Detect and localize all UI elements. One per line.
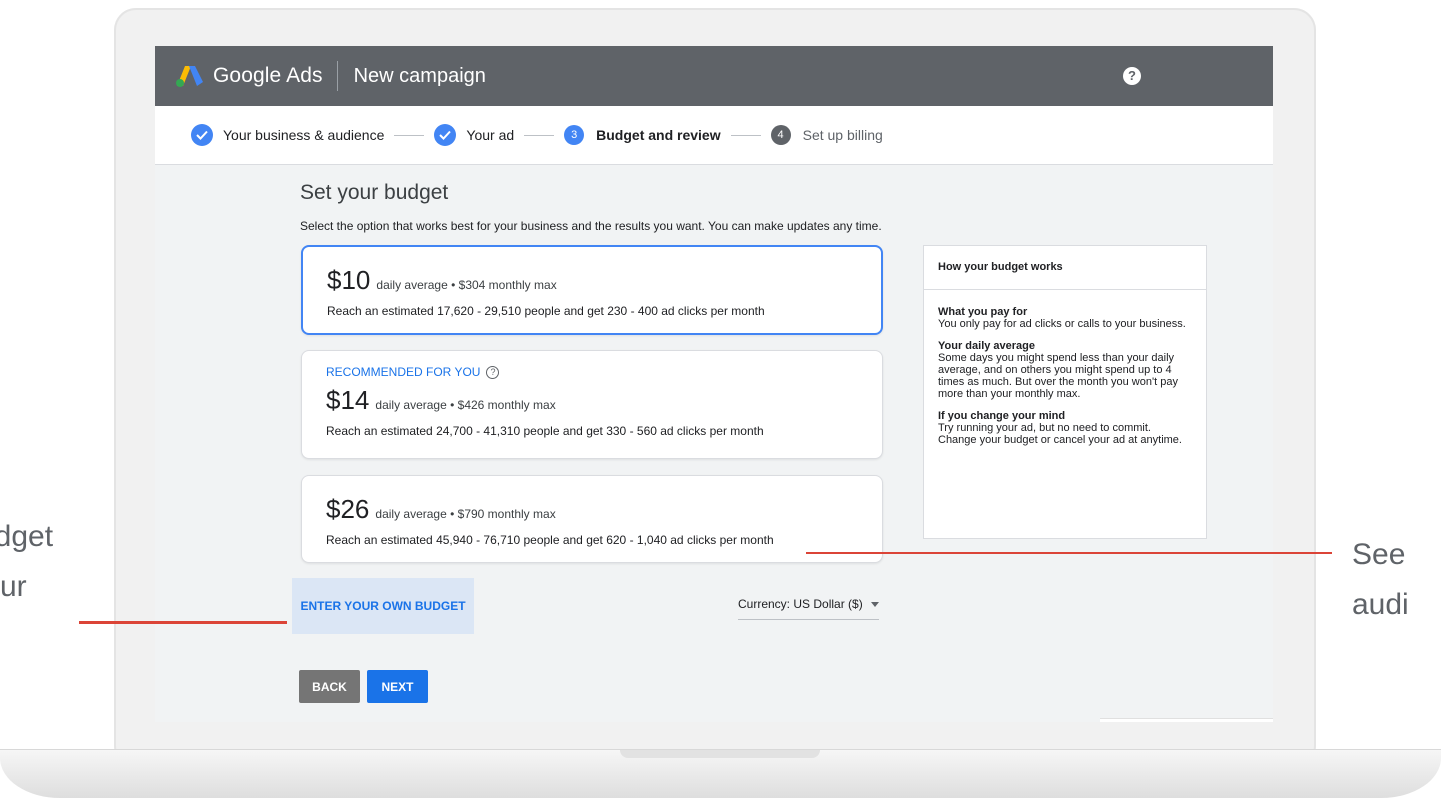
budget-price: $10 bbox=[327, 265, 371, 295]
step-label: Budget and review bbox=[596, 127, 721, 143]
info-section-title: Your daily average bbox=[938, 340, 1036, 352]
topbar-divider bbox=[336, 61, 338, 91]
laptop-base-notch bbox=[620, 750, 820, 758]
info-section-body: Some days you might spend less than your… bbox=[938, 352, 1178, 400]
budget-option-26[interactable]: $26 daily average • $790 monthly max Rea… bbox=[301, 475, 883, 563]
budget-option-14[interactable]: RECOMMENDED FOR YOU ? $14 daily average … bbox=[301, 350, 883, 459]
info-section-pay: What you pay for You only pay for ad cli… bbox=[938, 306, 1192, 330]
step-your-ad[interactable]: Your ad bbox=[434, 124, 514, 146]
right-callout-line-1: See bbox=[1352, 538, 1406, 571]
page-subtitle: Select the option that works best for yo… bbox=[300, 219, 882, 233]
info-section-body: Try running your ad, but no need to comm… bbox=[938, 422, 1182, 446]
left-callout-leader-line bbox=[79, 621, 287, 624]
enter-own-budget-button[interactable]: ENTER YOUR OWN BUDGET bbox=[292, 578, 474, 634]
left-callout: udget ur bbox=[0, 512, 120, 612]
budget-price: $26 bbox=[326, 494, 370, 524]
top-bar: Google Ads New campaign ? bbox=[155, 46, 1273, 106]
budget-price-description: daily average • $426 monthly max bbox=[375, 398, 556, 412]
help-circle-icon[interactable]: ? bbox=[486, 365, 500, 379]
info-section-daily-average: Your daily average Some days you might s… bbox=[938, 340, 1192, 400]
left-callout-line-2: ur bbox=[0, 570, 27, 603]
currency-label: Currency: US Dollar ($) bbox=[738, 597, 863, 611]
step-connector bbox=[524, 134, 555, 136]
right-callout-line-2: audi bbox=[1352, 588, 1409, 621]
app-screen: Google Ads New campaign ? Your business … bbox=[155, 46, 1273, 722]
step-business-audience[interactable]: Your business & audience bbox=[191, 124, 384, 146]
budget-price: $14 bbox=[326, 385, 370, 415]
left-callout-line-1: udget bbox=[0, 520, 54, 553]
dropdown-arrow-icon bbox=[870, 601, 879, 607]
step-number-badge: 3 bbox=[564, 125, 585, 145]
budget-option-10[interactable]: $10 daily average • $304 monthly max Rea… bbox=[301, 245, 883, 335]
info-section-change-mind: If you change your mind Try running your… bbox=[938, 410, 1192, 446]
info-section-title: If you change your mind bbox=[938, 410, 1066, 422]
right-callout-leader-line bbox=[806, 552, 1332, 554]
info-section-title: What you pay for bbox=[938, 306, 1028, 318]
recommended-badge: RECOMMENDED FOR YOU ? bbox=[326, 365, 858, 379]
info-panel-heading: How your budget works bbox=[924, 246, 1206, 290]
step-connector bbox=[730, 134, 761, 136]
help-icon[interactable]: ? bbox=[1123, 67, 1141, 85]
campaign-title: New campaign bbox=[353, 64, 486, 87]
footer-panel-stub bbox=[1100, 718, 1273, 722]
check-icon bbox=[191, 124, 213, 146]
step-label: Set up billing bbox=[802, 127, 883, 143]
step-number-badge: 4 bbox=[770, 125, 791, 145]
info-section-body: You only pay for ad clicks or calls to y… bbox=[938, 318, 1186, 330]
step-connector bbox=[394, 134, 425, 136]
budget-reach-estimate: Reach an estimated 45,940 - 76,710 peopl… bbox=[326, 533, 774, 547]
back-button[interactable]: BACK bbox=[299, 670, 360, 703]
step-billing[interactable]: 4 Set up billing bbox=[770, 125, 883, 145]
budget-price-description: daily average • $304 monthly max bbox=[376, 278, 557, 292]
google-ads-logo-icon bbox=[176, 66, 203, 87]
right-callout: See audi bbox=[1352, 530, 1441, 630]
step-label: Your business & audience bbox=[223, 127, 385, 143]
budget-price-description: daily average • $790 monthly max bbox=[375, 507, 556, 521]
page-title: Set your budget bbox=[300, 181, 449, 204]
budget-reach-estimate: Reach an estimated 24,700 - 41,310 peopl… bbox=[326, 424, 764, 438]
currency-select[interactable]: Currency: US Dollar ($) bbox=[738, 597, 879, 620]
recommended-label: RECOMMENDED FOR YOU bbox=[326, 365, 481, 379]
brand-name: Google Ads bbox=[213, 64, 323, 87]
next-button[interactable]: NEXT bbox=[367, 670, 428, 703]
budget-info-panel: How your budget works What you pay for Y… bbox=[923, 245, 1207, 539]
step-label: Your ad bbox=[466, 127, 515, 143]
check-icon bbox=[434, 124, 457, 146]
budget-reach-estimate: Reach an estimated 17,620 - 29,510 peopl… bbox=[327, 304, 765, 318]
step-budget-review[interactable]: 3 Budget and review bbox=[564, 125, 721, 145]
progress-stepper: Your business & audience Your ad 3 Budge… bbox=[155, 106, 1273, 165]
